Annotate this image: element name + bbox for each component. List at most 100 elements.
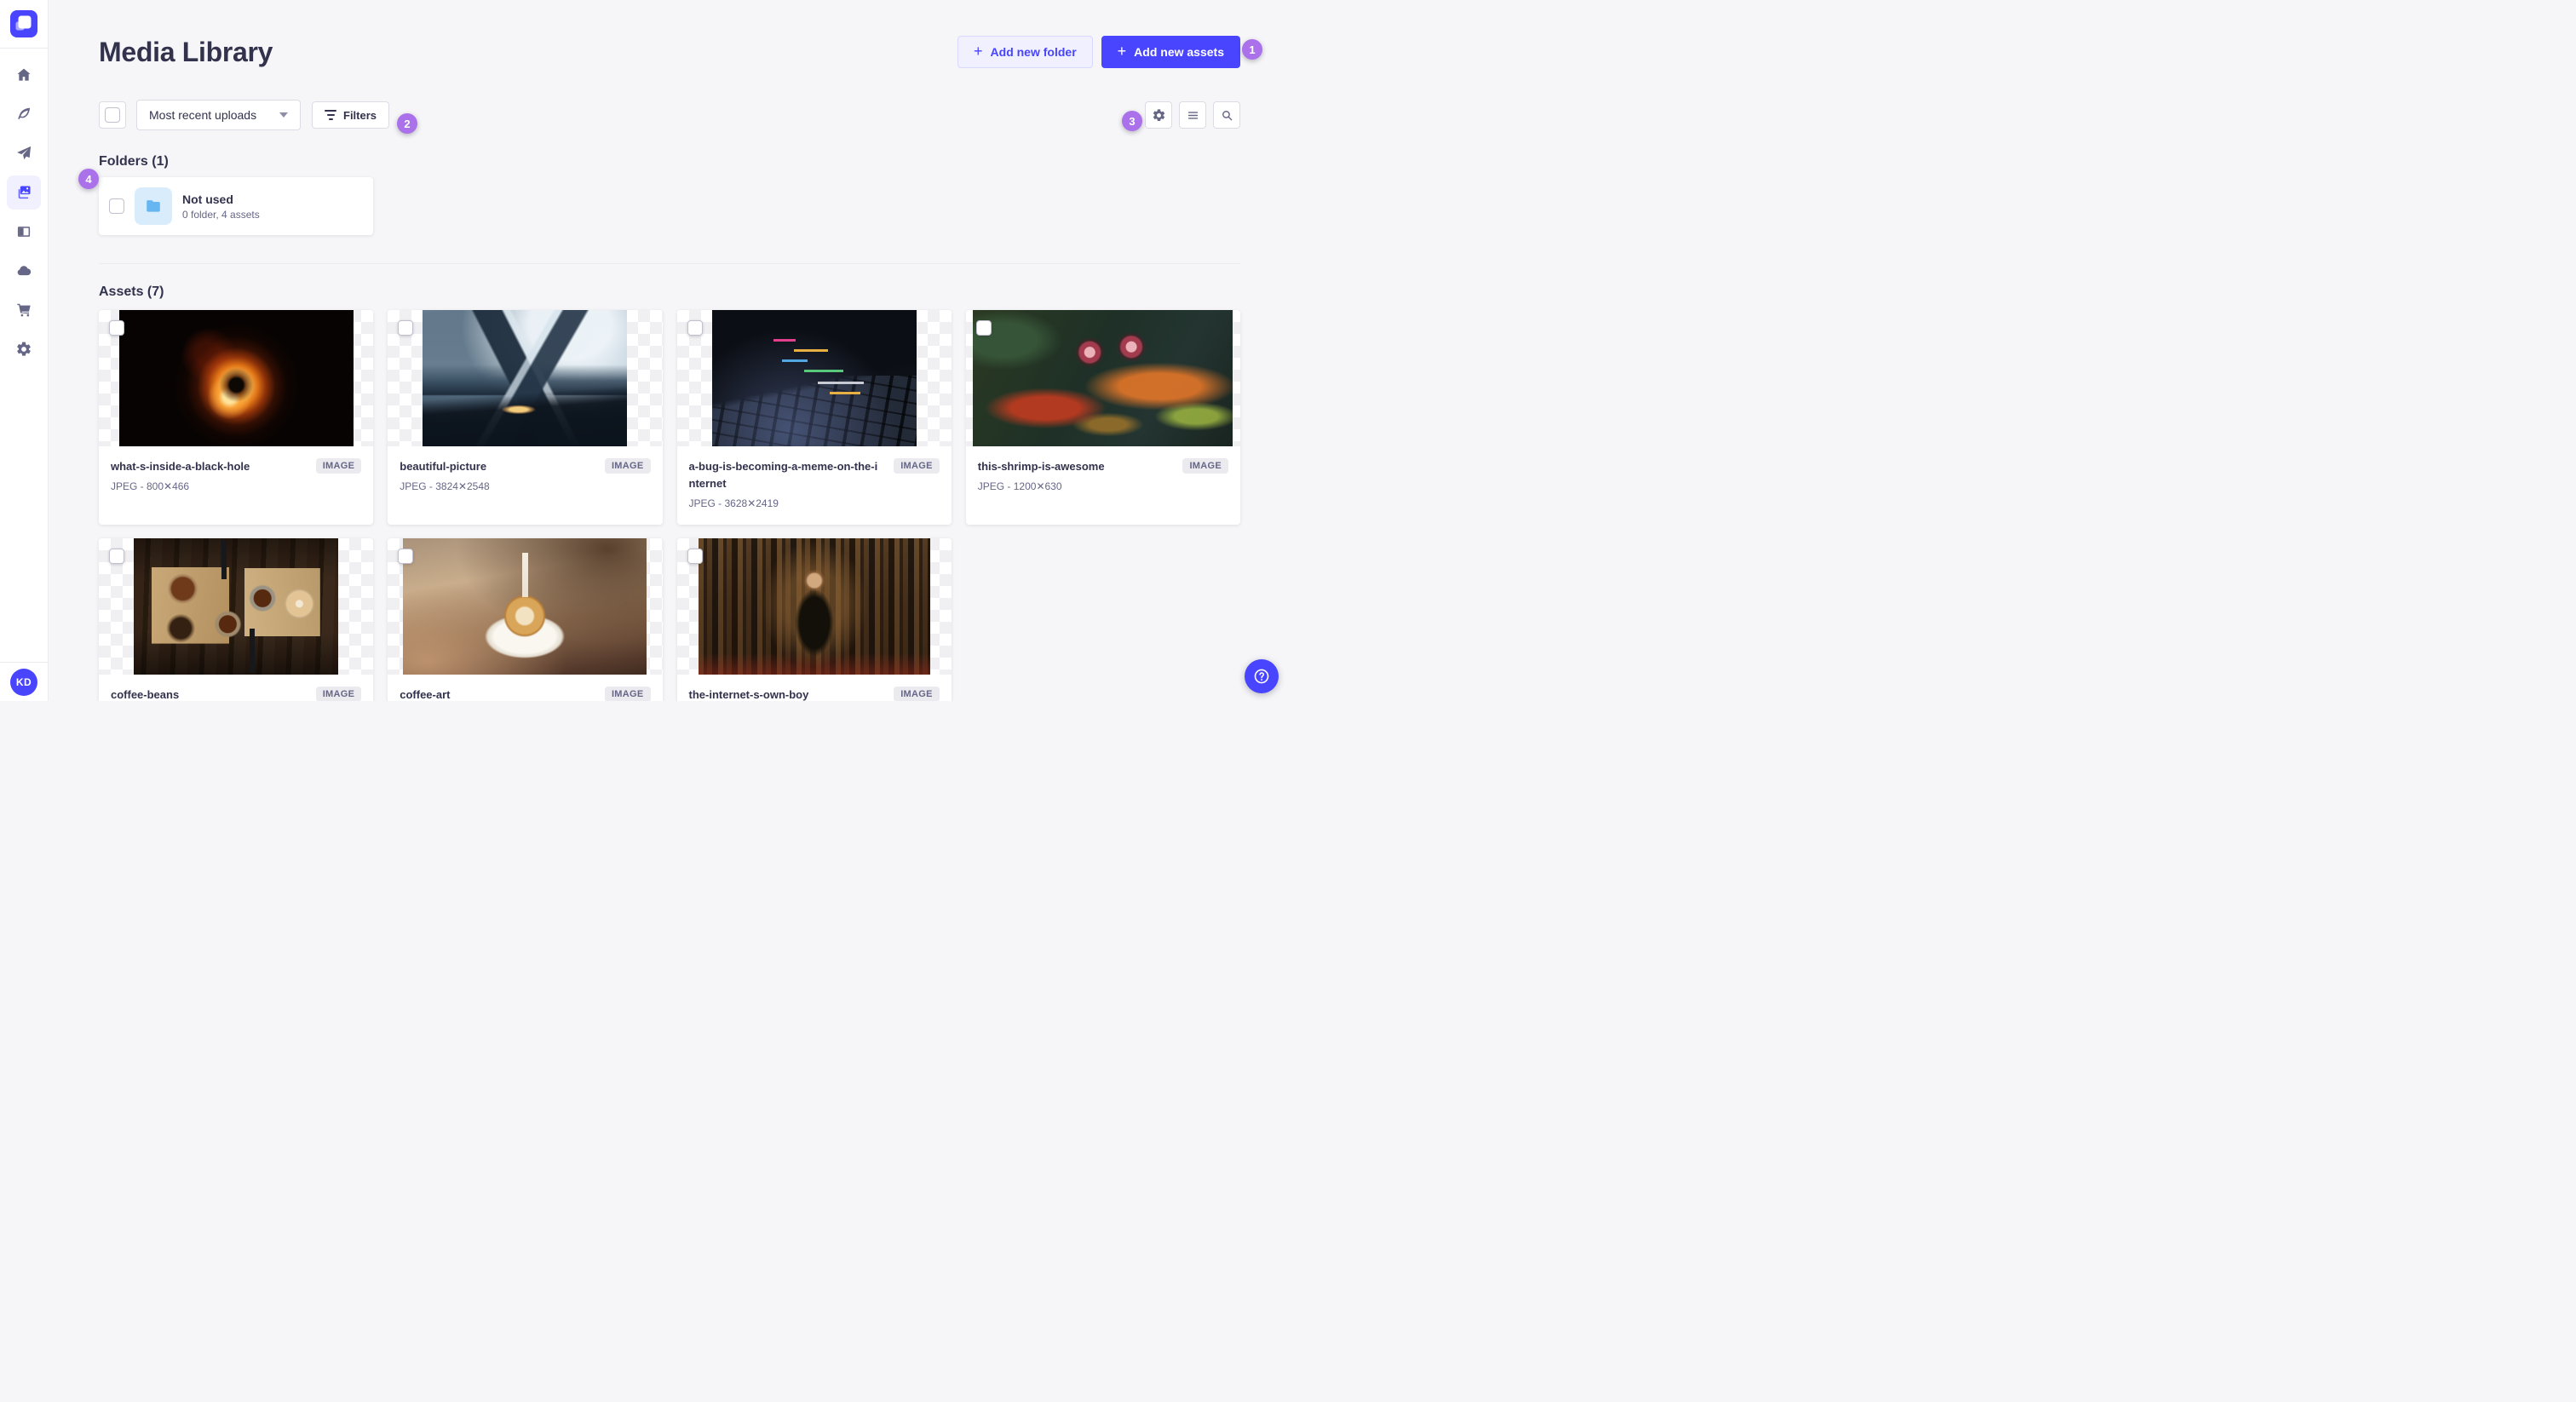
asset-type-badge: IMAGE (604, 458, 651, 474)
sidebar: KD (0, 0, 49, 701)
plus-icon: + (1117, 43, 1127, 60)
asset-meta: JPEG - 1200✕630 (977, 480, 1062, 493)
search-button[interactable] (1213, 101, 1240, 129)
add-new-folder-button[interactable]: + Add new folder (957, 36, 1093, 68)
sort-dropdown-value: Most recent uploads (149, 108, 257, 122)
asset-meta: JPEG - 3824✕2548 (400, 480, 490, 493)
asset-card[interactable]: what-s-inside-a-black-hole JPEG - 800✕46… (99, 310, 374, 525)
list-view-icon (1187, 111, 1198, 119)
sidebar-item-deploy[interactable] (7, 254, 41, 288)
settings-gear-icon (1153, 108, 1164, 121)
page-title: Media Library (99, 36, 273, 67)
select-all-checkbox-button[interactable] (99, 101, 126, 129)
media-library-page: KD Media Library + Add new folder + Add … (0, 0, 1288, 701)
assets-heading: Assets (7) (99, 284, 164, 299)
asset-thumbnail (676, 310, 952, 446)
tour-badge-4[interactable]: 4 (78, 169, 99, 189)
asset-card[interactable]: beautiful-picture JPEG - 3824✕2548 IMAGE (388, 310, 663, 525)
asset-card-body: a-bug-is-becoming-a-meme-on-the-internet… (677, 446, 952, 521)
strapi-logo-icon[interactable] (10, 10, 37, 37)
folder-info: Not used 0 folder, 4 assets (182, 192, 260, 221)
sidebar-item-content-manager[interactable] (7, 215, 41, 249)
home-icon (17, 68, 31, 81)
sidebar-item-content[interactable] (7, 97, 41, 131)
filter-toolbar: Most recent uploads Filters (99, 100, 1240, 130)
asset-thumbnail (965, 310, 1240, 446)
asset-thumbnail (99, 538, 374, 675)
view-options (1145, 101, 1240, 129)
asset-type-badge: IMAGE (315, 458, 362, 474)
tour-badge-3[interactable]: 3 (1122, 111, 1142, 131)
sort-dropdown[interactable]: Most recent uploads (136, 100, 301, 130)
asset-thumbnail (388, 310, 663, 446)
tour-badge-2[interactable]: 2 (397, 113, 417, 134)
asset-thumbnail (99, 310, 374, 446)
sidebar-nav (0, 49, 48, 366)
configure-view-button[interactable] (1145, 101, 1172, 129)
asset-card-body: coffee-art JPEG - 5824✕3259 IMAGE (388, 675, 662, 701)
asset-checkbox[interactable] (109, 320, 124, 336)
asset-image (118, 310, 354, 446)
asset-card-body: beautiful-picture JPEG - 3824✕2548 IMAGE (388, 446, 662, 504)
asset-type-badge: IMAGE (894, 458, 940, 474)
search-icon (1222, 110, 1232, 120)
header-actions: + Add new folder + Add new assets (957, 36, 1240, 68)
asset-meta: JPEG - 800✕466 (111, 480, 190, 493)
asset-checkbox[interactable] (398, 549, 414, 564)
chevron-down-icon (279, 112, 288, 118)
asset-card[interactable]: this-shrimp-is-awesome JPEG - 1200✕630 I… (965, 310, 1240, 525)
asset-image (711, 310, 917, 446)
asset-card[interactable]: the-internet-s-own-boy JPEG - 1200✕707 I… (676, 538, 952, 701)
asset-image (403, 538, 647, 675)
add-new-assets-label: Add new assets (1134, 45, 1224, 59)
asset-card[interactable]: a-bug-is-becoming-a-meme-on-the-internet… (676, 310, 952, 525)
sidebar-item-release[interactable] (7, 136, 41, 170)
tour-badge-1[interactable]: 1 (1242, 39, 1262, 60)
paper-plane-icon (17, 146, 32, 160)
question-mark-icon (1254, 669, 1269, 684)
filters-label: Filters (343, 108, 377, 122)
folder-icon (147, 200, 160, 212)
asset-card[interactable]: coffee-art JPEG - 5824✕3259 IMAGE (388, 538, 663, 701)
asset-card[interactable]: coffee-beans JPEG - 5021✕3347 IMAGE (99, 538, 374, 701)
sidebar-item-home[interactable] (7, 58, 41, 92)
asset-checkbox[interactable] (975, 320, 992, 336)
asset-checkbox[interactable] (687, 549, 703, 564)
select-all-checkbox[interactable] (105, 107, 120, 123)
asset-thumbnail (388, 538, 663, 675)
assets-grid: what-s-inside-a-black-hole JPEG - 800✕46… (99, 310, 1240, 701)
settings-gear-icon (17, 342, 31, 356)
asset-type-badge: IMAGE (315, 687, 362, 701)
list-view-button[interactable] (1179, 101, 1206, 129)
plus-icon: + (974, 43, 983, 60)
sidebar-item-marketplace[interactable] (7, 293, 41, 327)
asset-checkbox[interactable] (398, 320, 414, 336)
folders-heading: Folders (1) (99, 154, 169, 169)
add-new-folder-label: Add new folder (990, 45, 1077, 59)
folder-tile (135, 187, 172, 225)
asset-meta: JPEG - 3628✕2419 (688, 497, 779, 510)
filter-lines-icon (325, 110, 336, 120)
sidebar-item-settings[interactable] (7, 332, 41, 366)
asset-card-body: coffee-beans JPEG - 5021✕3347 IMAGE (99, 675, 373, 701)
sidebar-item-media-library[interactable] (7, 175, 41, 210)
main-content: Media Library + Add new folder + Add new… (49, 0, 1288, 701)
user-avatar[interactable]: KD (10, 668, 37, 696)
folder-checkbox[interactable] (109, 198, 124, 214)
filters-button[interactable]: Filters (312, 101, 390, 129)
asset-checkbox[interactable] (109, 549, 124, 564)
feather-pen-icon (18, 107, 31, 119)
help-button[interactable] (1245, 659, 1279, 693)
media-images-icon (18, 186, 31, 199)
folder-card[interactable]: Not used 0 folder, 4 assets (99, 177, 373, 235)
shopping-cart-icon (17, 303, 31, 317)
asset-image (134, 538, 339, 675)
asset-type-badge: IMAGE (1182, 458, 1228, 474)
sidebar-footer: KD (0, 662, 48, 701)
page-header: Media Library + Add new folder + Add new… (99, 0, 1240, 68)
add-new-assets-button[interactable]: + Add new assets (1101, 36, 1240, 68)
sidebar-header (0, 0, 48, 49)
section-divider (99, 263, 1240, 264)
asset-type-badge: IMAGE (894, 687, 940, 701)
asset-checkbox[interactable] (687, 320, 703, 336)
